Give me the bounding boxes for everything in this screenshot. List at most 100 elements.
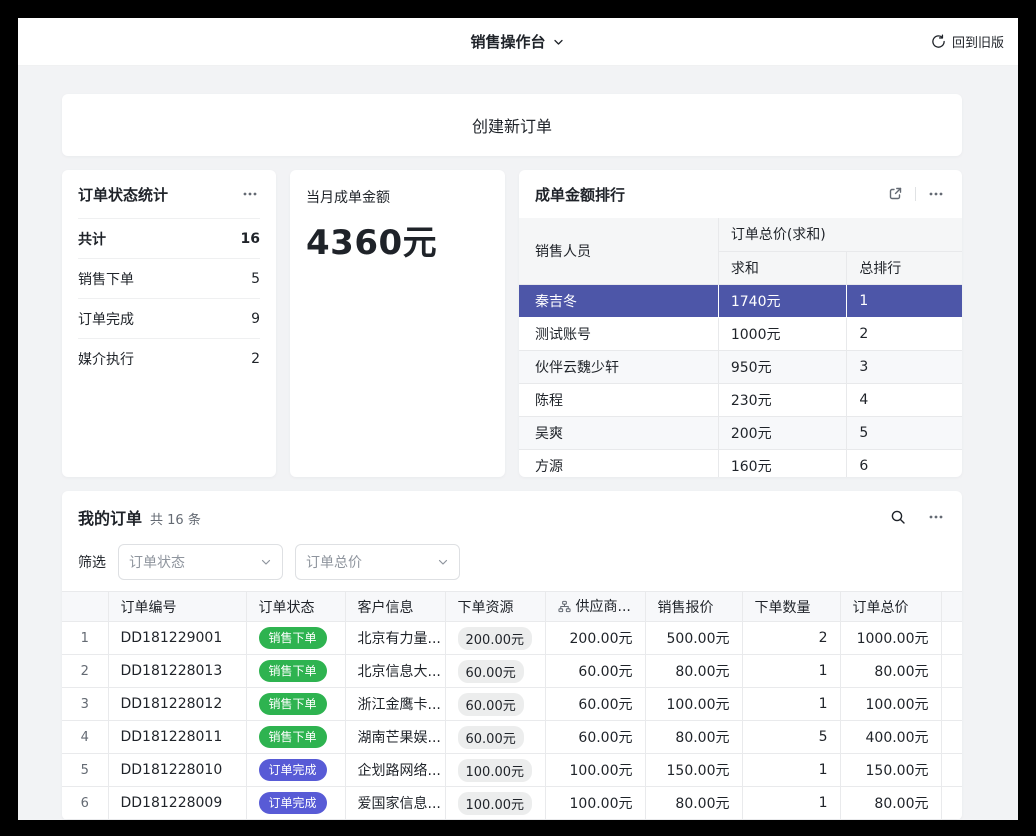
cell-resource[interactable]: 60.00元: [445, 688, 545, 721]
cell-order-no[interactable]: DD181228013: [108, 655, 246, 688]
cell-customer[interactable]: 企划路网络...: [345, 754, 445, 787]
cell-supplier[interactable]: 60.00元: [545, 688, 645, 721]
stat-row-total[interactable]: 共计 16: [78, 218, 260, 258]
cell-qty[interactable]: 1: [742, 655, 840, 688]
col-header-customer[interactable]: 客户信息: [345, 592, 445, 622]
more-icon[interactable]: [926, 184, 946, 204]
ranking-col-group[interactable]: 订单总价(求和): [718, 218, 962, 251]
cell-resource[interactable]: 60.00元: [445, 721, 545, 754]
cell-quote[interactable]: 500.00元: [645, 622, 742, 655]
col-header-resource[interactable]: 下单资源: [445, 592, 545, 622]
cell-order-no[interactable]: DD181228012: [108, 688, 246, 721]
cell-order-no[interactable]: DD181228011: [108, 721, 246, 754]
orders-table-header-row: 订单编号 订单状态 客户信息 下单资源 供应商...: [62, 592, 962, 622]
cell-order-status[interactable]: 销售下单: [246, 721, 345, 754]
order-row[interactable]: 1 DD181229001 销售下单 北京有力量... 200.00元 200.…: [62, 622, 962, 655]
stat-row-order-complete[interactable]: 订单完成 9: [78, 298, 260, 338]
cell-quote[interactable]: 100.00元: [645, 688, 742, 721]
cell-supplier[interactable]: 60.00元: [545, 655, 645, 688]
cell-order-status[interactable]: 销售下单: [246, 622, 345, 655]
cell-quote[interactable]: 80.00元: [645, 787, 742, 820]
cell-qty[interactable]: 2: [742, 622, 840, 655]
cell-total[interactable]: 1000.00元: [840, 622, 941, 655]
status-badge: 订单完成: [259, 792, 327, 814]
cell-supplier[interactable]: 60.00元: [545, 721, 645, 754]
col-header-total[interactable]: 订单总价: [840, 592, 941, 622]
cell-qty[interactable]: 5: [742, 721, 840, 754]
order-row[interactable]: 6 DD181228009 订单完成 爱国家信息... 100.00元 100.…: [62, 787, 962, 820]
back-to-old-version-label: 回到旧版: [952, 32, 1004, 51]
status-badge: 销售下单: [259, 726, 327, 748]
cell-supplier[interactable]: 200.00元: [545, 622, 645, 655]
ranking-row[interactable]: 陈程 230元 4: [519, 383, 962, 416]
cell-qty[interactable]: 1: [742, 787, 840, 820]
more-icon[interactable]: [926, 507, 946, 527]
ranking-col-rank[interactable]: 总排行: [847, 251, 962, 284]
ranking-row[interactable]: 伙伴云魏少轩 950元 3: [519, 350, 962, 383]
cell-order-status[interactable]: 销售下单: [246, 688, 345, 721]
ranking-table: 销售人员 订单总价(求和) 求和 总排行 秦吉冬 1740元 1: [519, 218, 962, 477]
cell-qty[interactable]: 1: [742, 754, 840, 787]
create-order-button[interactable]: 创建新订单: [62, 94, 962, 156]
order-row[interactable]: 2 DD181228013 销售下单 北京信息大... 60.00元 60.00…: [62, 655, 962, 688]
order-total-filter-select[interactable]: 订单总价: [295, 544, 460, 580]
cell-order-no[interactable]: DD181229001: [108, 622, 246, 655]
create-order-label: 创建新订单: [472, 113, 552, 137]
cell-order-no[interactable]: DD181228009: [108, 787, 246, 820]
cell-resource[interactable]: 100.00元: [445, 787, 545, 820]
cell-customer[interactable]: 爱国家信息...: [345, 787, 445, 820]
cell-customer[interactable]: 北京信息大...: [345, 655, 445, 688]
stat-row-sales-ordered[interactable]: 销售下单 5: [78, 258, 260, 298]
cell-total[interactable]: 80.00元: [840, 787, 941, 820]
stat-row-media-execution[interactable]: 媒介执行 2: [78, 338, 260, 378]
ranking-row[interactable]: 测试账号 1000元 2: [519, 317, 962, 350]
ranking-row[interactable]: 秦吉冬 1740元 1: [519, 284, 962, 317]
col-header-stub: [941, 592, 962, 622]
stat-label: 媒介执行: [78, 349, 134, 369]
cell-order-no[interactable]: DD181228010: [108, 754, 246, 787]
cell-resource[interactable]: 200.00元: [445, 622, 545, 655]
workspace-switcher[interactable]: 销售操作台: [470, 31, 565, 52]
search-icon[interactable]: [888, 507, 908, 527]
cell-customer[interactable]: 湖南芒果娱...: [345, 721, 445, 754]
cell-total[interactable]: 150.00元: [840, 754, 941, 787]
cell-order-status[interactable]: 销售下单: [246, 655, 345, 688]
chevron-down-icon: [260, 556, 272, 568]
status-badge: 销售下单: [259, 660, 327, 682]
order-status-filter-select[interactable]: 订单状态: [118, 544, 283, 580]
more-icon[interactable]: [240, 184, 260, 204]
order-row[interactable]: 4 DD181228011 销售下单 湖南芒果娱... 60.00元 60.00…: [62, 721, 962, 754]
col-header-order-status[interactable]: 订单状态: [246, 592, 345, 622]
cell-customer[interactable]: 浙江金鹰卡...: [345, 688, 445, 721]
cell-supplier[interactable]: 100.00元: [545, 787, 645, 820]
cell-qty[interactable]: 1: [742, 688, 840, 721]
ranking-col-sum[interactable]: 求和: [718, 251, 846, 284]
cell-quote[interactable]: 80.00元: [645, 721, 742, 754]
ranking-col-person[interactable]: 销售人员: [519, 218, 718, 284]
my-orders-title: 我的订单: [78, 505, 142, 529]
cell-customer[interactable]: 北京有力量...: [345, 622, 445, 655]
cell-quote[interactable]: 150.00元: [645, 754, 742, 787]
cell-supplier[interactable]: 100.00元: [545, 754, 645, 787]
ranking-row[interactable]: 方源 160元 6: [519, 449, 962, 477]
cell-total[interactable]: 80.00元: [840, 655, 941, 688]
cell-order-status[interactable]: 订单完成: [246, 787, 345, 820]
export-icon[interactable]: [885, 184, 905, 204]
cell-resource[interactable]: 60.00元: [445, 655, 545, 688]
col-header-qty[interactable]: 下单数量: [742, 592, 840, 622]
cell-resource[interactable]: 100.00元: [445, 754, 545, 787]
back-to-old-version-button[interactable]: 回到旧版: [931, 32, 1004, 51]
cell-quote[interactable]: 80.00元: [645, 655, 742, 688]
cell-total[interactable]: 400.00元: [840, 721, 941, 754]
order-row[interactable]: 3 DD181228012 销售下单 浙江金鹰卡... 60.00元 60.00…: [62, 688, 962, 721]
cell-total[interactable]: 100.00元: [840, 688, 941, 721]
ranking-row[interactable]: 吴爽 200元 5: [519, 416, 962, 449]
order-row[interactable]: 5 DD181228010 订单完成 企划路网络... 100.00元 100.…: [62, 754, 962, 787]
status-badge: 销售下单: [259, 693, 327, 715]
col-header-order-no[interactable]: 订单编号: [108, 592, 246, 622]
page-title: 销售操作台: [470, 31, 545, 52]
resource-tag: 200.00元: [458, 627, 533, 650]
col-header-quote[interactable]: 销售报价: [645, 592, 742, 622]
cell-order-status[interactable]: 订单完成: [246, 754, 345, 787]
col-header-supplier[interactable]: 供应商...: [545, 592, 645, 622]
